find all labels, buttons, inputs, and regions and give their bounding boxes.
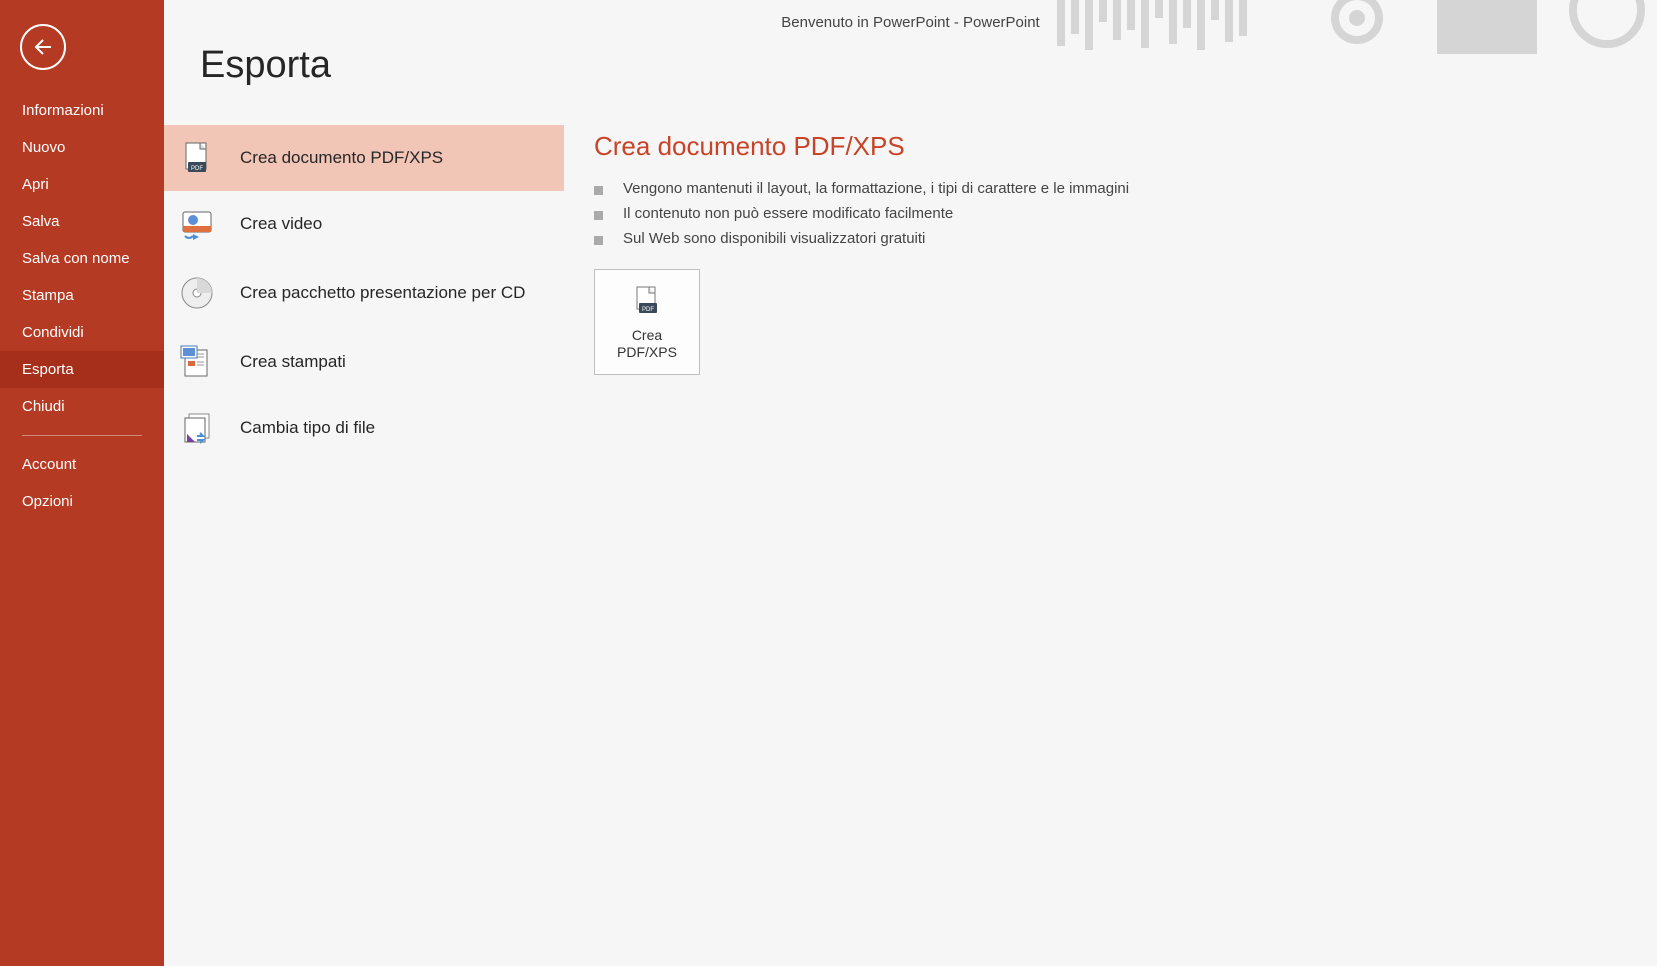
sidebar-item-label: Condividi <box>22 324 84 341</box>
window-title-bar: Benvenuto in PowerPoint - PowerPoint <box>164 0 1657 44</box>
export-options-list: PDF Crea documento PDF/XPS <box>164 125 564 461</box>
export-details-panel: Crea documento PDF/XPS Vengono mantenuti… <box>564 125 1129 461</box>
action-button-label: Crea PDF/XPS <box>601 327 693 361</box>
details-bullet-item: Vengono mantenuti il layout, la formatta… <box>594 176 1129 201</box>
details-bullet-list: Vengono mantenuti il layout, la formatta… <box>594 176 1129 251</box>
cd-icon <box>178 274 216 312</box>
sidebar-item-close[interactable]: Chiudi <box>0 388 164 425</box>
sidebar-item-open[interactable]: Apri <box>0 166 164 203</box>
export-option-label: Crea documento PDF/XPS <box>240 147 443 169</box>
export-option-change-filetype[interactable]: Cambia tipo di file <box>164 395 564 461</box>
export-option-label: Crea stampati <box>240 351 346 373</box>
pdf-export-icon: PDF <box>629 283 665 319</box>
details-bullet-item: Sul Web sono disponibili visualizzatori … <box>594 226 1129 251</box>
sidebar-divider <box>22 435 142 436</box>
create-pdf-xps-button[interactable]: PDF Crea PDF/XPS <box>594 269 700 375</box>
sidebar-item-new[interactable]: Nuovo <box>0 129 164 166</box>
change-filetype-icon <box>178 409 216 447</box>
sidebar-item-label: Account <box>22 456 76 473</box>
window-title: Benvenuto in PowerPoint - PowerPoint <box>781 14 1039 31</box>
export-option-pdf-xps[interactable]: PDF Crea documento PDF/XPS <box>164 125 564 191</box>
bullet-icon <box>594 186 603 195</box>
page-title: Esporta <box>164 44 1657 87</box>
sidebar-item-label: Salva con nome <box>22 250 130 267</box>
sidebar-item-print[interactable]: Stampa <box>0 277 164 314</box>
export-option-label: Cambia tipo di file <box>240 417 375 439</box>
svg-text:PDF: PDF <box>191 166 203 172</box>
bullet-icon <box>594 236 603 245</box>
main-content: Benvenuto in PowerPoint - PowerPoint Esp… <box>164 0 1657 966</box>
details-bullet-item: Il contenuto non può essere modificato f… <box>594 201 1129 226</box>
sidebar-item-label: Esporta <box>22 361 74 378</box>
export-option-package-cd[interactable]: Crea pacchetto presentazione per CD <box>164 257 564 329</box>
export-option-video[interactable]: Crea video <box>164 191 564 257</box>
export-option-label: Crea video <box>240 213 322 235</box>
sidebar-item-label: Nuovo <box>22 139 65 156</box>
sidebar-item-share[interactable]: Condividi <box>0 314 164 351</box>
bullet-icon <box>594 211 603 220</box>
sidebar-item-save[interactable]: Salva <box>0 203 164 240</box>
arrow-left-icon <box>31 35 55 59</box>
bullet-text: Vengono mantenuti il layout, la formatta… <box>623 180 1129 197</box>
sidebar-item-label: Stampa <box>22 287 74 304</box>
sidebar-item-save-as[interactable]: Salva con nome <box>0 240 164 277</box>
details-title: Crea documento PDF/XPS <box>594 131 1129 162</box>
bullet-text: Sul Web sono disponibili visualizzatori … <box>623 230 925 247</box>
sidebar-item-label: Salva <box>22 213 60 230</box>
handouts-icon <box>178 343 216 381</box>
sidebar-item-label: Chiudi <box>22 398 65 415</box>
backstage-sidebar: Informazioni Nuovo Apri Salva Salva con … <box>0 0 164 966</box>
pdf-document-icon: PDF <box>178 139 216 177</box>
sidebar-item-export[interactable]: Esporta <box>0 351 164 388</box>
back-button[interactable] <box>20 24 66 70</box>
sidebar-item-account[interactable]: Account <box>0 446 164 483</box>
export-option-label: Crea pacchetto presentazione per CD <box>240 282 525 304</box>
sidebar-item-options[interactable]: Opzioni <box>0 483 164 520</box>
bullet-text: Il contenuto non può essere modificato f… <box>623 205 953 222</box>
video-icon <box>178 205 216 243</box>
svg-text:PDF: PDF <box>642 307 654 313</box>
export-option-handouts[interactable]: Crea stampati <box>164 329 564 395</box>
sidebar-item-info[interactable]: Informazioni <box>0 92 164 129</box>
sidebar-item-label: Opzioni <box>22 493 73 510</box>
sidebar-item-label: Informazioni <box>22 102 104 119</box>
sidebar-item-label: Apri <box>22 176 49 193</box>
